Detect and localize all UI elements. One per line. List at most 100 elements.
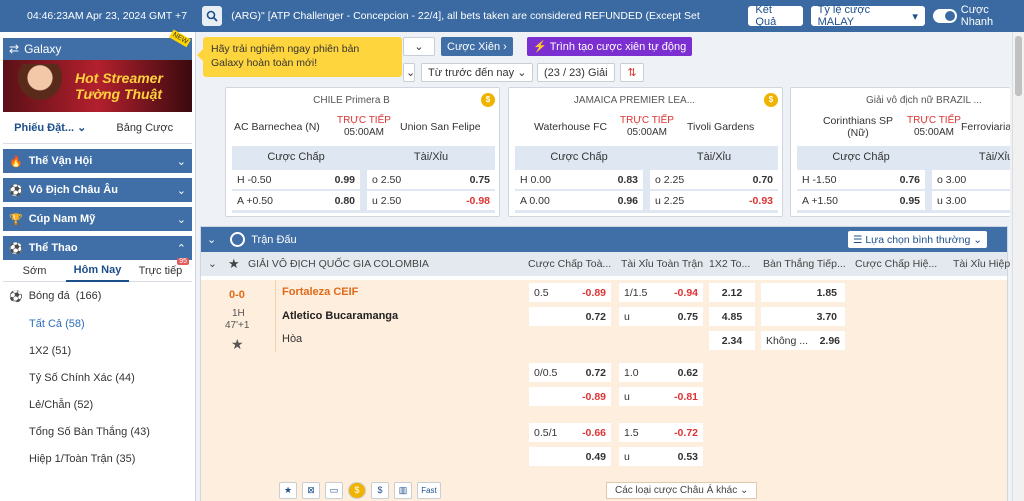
odds-cell[interactable]: H -0.50 0.99 bbox=[232, 170, 360, 189]
chevron-down-icon: ⌄ bbox=[176, 184, 186, 197]
odds-cell[interactable]: o 2.25 0.70 bbox=[650, 170, 778, 189]
parlay-button[interactable]: Cược Xiên › bbox=[441, 37, 513, 56]
chevron-down-icon[interactable]: ⌄ bbox=[208, 258, 217, 270]
star-icon[interactable]: ★ bbox=[279, 481, 297, 499]
view-select[interactable]: ⌄ bbox=[403, 37, 435, 56]
toggle-switch[interactable] bbox=[932, 9, 957, 23]
cash-out-icon[interactable]: $ bbox=[348, 481, 366, 499]
sidebar-category-sports[interactable]: ⚽ Thể Thao ⌃ bbox=[3, 236, 192, 260]
tab-bet-slip[interactable]: Phiếu Đặt... ⌄ bbox=[3, 121, 98, 134]
odds-cell[interactable]: 0/0.5 0.72 bbox=[529, 363, 611, 382]
more-markets-button[interactable]: Các loại cược Châu Á khác ⌄ bbox=[606, 481, 758, 499]
odds-cell[interactable]: -0.89 bbox=[529, 387, 611, 406]
odds-cell[interactable]: u 3.00 bbox=[932, 191, 1010, 210]
tab-early[interactable]: Sớm bbox=[3, 265, 66, 277]
sidebar-item-total-goals[interactable]: Tổng Số Bàn Thắng (43) bbox=[3, 418, 192, 445]
sidebar-category-olympics[interactable]: 🔥 Thế Vận Hội ⌄ bbox=[3, 149, 192, 173]
odds-cell[interactable]: A 0.00 0.96 bbox=[515, 191, 643, 210]
over-under-header: Tài/Xỉu bbox=[413, 151, 449, 163]
odds-cell[interactable]: 4.85 bbox=[709, 307, 755, 326]
cash-out-icon[interactable]: $ bbox=[481, 93, 495, 107]
odds-cell[interactable]: A +0.50 0.80 bbox=[232, 191, 360, 210]
column-header: Cược Chấp Toà... bbox=[528, 258, 612, 270]
odds-cell[interactable]: u 2.50 -0.98 bbox=[367, 191, 495, 210]
sidebar-category-copa[interactable]: 🏆 Cúp Nam Mỹ ⌄ bbox=[3, 207, 192, 231]
card-home-team: AC Barnechea (N) bbox=[234, 121, 320, 133]
odds-cell[interactable]: 1/1.5 -0.94 bbox=[619, 283, 703, 302]
odds-value: 2.96 bbox=[819, 334, 840, 347]
chevron-down-icon[interactable]: ⌄ bbox=[207, 233, 216, 246]
create-parlay-button[interactable]: ⚡ Trình tạo cược xiên tự động bbox=[527, 37, 693, 56]
home-team[interactable]: Fortaleza CEIF bbox=[282, 286, 358, 298]
odds-cell[interactable]: 0.5 -0.89 bbox=[529, 283, 611, 302]
card-time: 05:00AM bbox=[626, 127, 667, 138]
odds-cell[interactable]: o 2.50 0.75 bbox=[367, 170, 495, 189]
search-icon bbox=[207, 10, 218, 22]
dollar-icon[interactable]: $ bbox=[371, 481, 389, 499]
sort-order-button[interactable]: ⇅ bbox=[620, 63, 644, 82]
odds-cell[interactable]: u 0.53 bbox=[619, 447, 703, 466]
odds-value: -0.93 bbox=[749, 194, 773, 207]
odds-cell[interactable]: 1.85 bbox=[761, 283, 845, 302]
page-scrollbar[interactable] bbox=[1012, 32, 1024, 501]
odds-cell[interactable]: 1.0 0.62 bbox=[619, 363, 703, 382]
odds-cell[interactable]: 0.49 bbox=[529, 447, 611, 466]
stats-icon[interactable]: ⊠ bbox=[302, 481, 320, 499]
featured-card[interactable]: CHILE Primera B $ AC Barnechea (N) TRỰC … bbox=[225, 87, 500, 217]
odds-cell[interactable]: u 0.75 bbox=[619, 307, 703, 326]
cash-out-icon[interactable]: $ bbox=[764, 93, 778, 107]
sidebar-item-ht-ft[interactable]: Hiệp 1/Toàn Trận (35) bbox=[3, 445, 192, 472]
star-icon[interactable]: ★ bbox=[231, 336, 244, 353]
sidebar-item-1x2[interactable]: 1X2 (51) bbox=[3, 337, 192, 364]
tv-icon[interactable]: ▭ bbox=[325, 481, 343, 499]
sidebar-category-euro[interactable]: ⚽ Vô Địch Châu Âu ⌄ bbox=[3, 178, 192, 202]
odds-cell[interactable]: 3.70 bbox=[761, 307, 845, 326]
odds-type-select[interactable]: Tỷ lệ cược MALAY ▾ bbox=[810, 4, 925, 28]
handicap-header: Cược Chấp bbox=[267, 151, 325, 163]
odds-cell[interactable]: o 3.00 bbox=[932, 170, 1010, 189]
league-count-select[interactable]: (23 / 23) Giải bbox=[537, 63, 615, 82]
market-select[interactable]: ⌄ bbox=[403, 63, 415, 82]
odds-cell[interactable]: 1.5 -0.72 bbox=[619, 423, 703, 442]
sidebar-item-correct-score[interactable]: Tỷ Số Chính Xác (44) bbox=[3, 364, 192, 391]
odds-cell[interactable]: u 2.25 -0.93 bbox=[650, 191, 778, 210]
featured-card[interactable]: JAMAICA PREMIER LEA... $ Waterhouse FC T… bbox=[508, 87, 783, 217]
sidebar-tabs: Phiếu Đặt... ⌄ Bảng Cược bbox=[3, 112, 192, 144]
announcement-marquee[interactable]: (ARG)" [ATP Challenger - Concepcion - 22… bbox=[231, 10, 734, 22]
odds-cell[interactable]: 0.72 bbox=[529, 307, 611, 326]
fast-bet-button[interactable]: Fast bbox=[417, 481, 441, 499]
odds-cell[interactable]: H 0.00 0.83 bbox=[515, 170, 643, 189]
sidebar-item-all[interactable]: Tất Cả (58) bbox=[3, 310, 192, 337]
view-mode-select[interactable]: ☰ Lựa chọn bình thường ⌄ bbox=[848, 231, 988, 248]
sidebar-item-odd-even[interactable]: Lẻ/Chẵn (52) bbox=[3, 391, 192, 418]
odds-value: 0.83 bbox=[617, 173, 638, 186]
fast-bet-toggle[interactable]: Cược Nhanh bbox=[932, 4, 1024, 28]
odds-cell[interactable]: 2.12 bbox=[709, 283, 755, 302]
odds-cell[interactable]: u -0.81 bbox=[619, 387, 703, 406]
tab-today[interactable]: Hôm Nay bbox=[66, 260, 129, 282]
odds-value: 0.76 bbox=[899, 173, 920, 186]
galaxy-button[interactable]: ⇄ Galaxy NEW bbox=[3, 29, 192, 60]
tab-bet-table[interactable]: Bảng Cược bbox=[98, 122, 193, 134]
odds-cell[interactable]: 0.5/1 -0.66 bbox=[529, 423, 611, 442]
league-name[interactable]: GIẢI VÔ ĐỊCH QUỐC GIA COLOMBIA bbox=[248, 258, 429, 270]
category-label: Cúp Nam Mỹ bbox=[28, 213, 96, 225]
sort-select[interactable]: Từ trước đến nay ⌄ bbox=[421, 63, 534, 82]
match-minute: 47'+1 bbox=[225, 320, 250, 331]
chart-icon[interactable]: ▥ bbox=[394, 481, 412, 499]
search-button[interactable] bbox=[202, 6, 223, 26]
featured-card[interactable]: Giải vô địch nữ BRAZIL ... Corinthians S… bbox=[790, 87, 1010, 217]
away-team[interactable]: Atletico Bucaramanga bbox=[282, 310, 398, 322]
card-away-team: Tivoli Gardens bbox=[687, 121, 755, 133]
banner-subtitle: Tường Thuật bbox=[75, 86, 163, 102]
torch-icon: 🔥 bbox=[9, 155, 23, 168]
tab-live[interactable]: Trực tiếp bbox=[129, 265, 192, 277]
odds-cell[interactable]: Không ... 2.96 bbox=[761, 331, 845, 350]
results-button[interactable]: Kết Quả bbox=[748, 4, 803, 28]
sidebar-item-football[interactable]: ⚽ Bóng đá (166) bbox=[3, 282, 192, 310]
odds-cell[interactable]: A +1.50 0.95 bbox=[797, 191, 925, 210]
odds-cell[interactable]: 2.34 bbox=[709, 331, 755, 350]
streamer-banner[interactable]: Hot Streamer Tường Thuật bbox=[3, 60, 192, 112]
star-icon[interactable]: ★ bbox=[228, 256, 240, 272]
odds-cell[interactable]: H -1.50 0.76 bbox=[797, 170, 925, 189]
